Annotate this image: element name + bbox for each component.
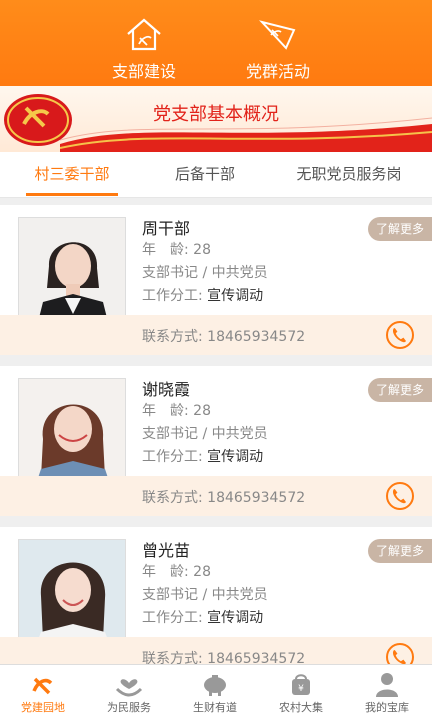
nav-label: 为民服务 <box>107 701 151 714</box>
banner-title: 党支部基本概况 <box>153 104 279 125</box>
member-role: 支部书记 / 中共党员 <box>142 587 268 603</box>
contact-label: 联系方式: <box>142 329 203 345</box>
phone-icon[interactable] <box>386 321 414 349</box>
heart-hands-icon <box>115 679 143 697</box>
duty-label: 工作分工: <box>142 288 203 304</box>
party-activities-label: 党群活动 <box>245 62 310 81</box>
contact-info: 联系方式: 18465934572 <box>142 326 305 346</box>
nav-party-garden[interactable]: 党建园地 <box>0 665 86 720</box>
duty-label: 工作分工: <box>142 449 203 465</box>
piggy-bank-icon <box>204 675 226 696</box>
duty-value: 宣传调动 <box>207 610 264 626</box>
phone-icon[interactable] <box>386 482 414 510</box>
contact-info: 联系方式: 18465934572 <box>142 487 305 507</box>
contact-row: 联系方式: 18465934572 <box>0 476 432 516</box>
duty-label: 工作分工: <box>142 610 203 626</box>
member-age: 年 龄: 28 <box>142 239 211 259</box>
member-card[interactable]: 谢晓霞 年 龄: 28 支部书记 / 中共党员 工作分工: 宣传调动 了解更多 … <box>0 366 432 516</box>
tab-bar: 村三委干部 后备干部 无职党员服务岗 <box>0 152 432 198</box>
member-name: 周干部 <box>142 219 191 238</box>
market-basket-icon: ¥ <box>292 674 310 695</box>
nav-label: 农村大集 <box>279 701 323 714</box>
house-emblem-icon <box>127 18 161 51</box>
age-label: 年 龄: <box>142 403 189 419</box>
tab-village-cadres[interactable]: 村三委干部 <box>0 152 144 198</box>
member-photo <box>18 378 126 486</box>
member-role: 支部书记 / 中共党员 <box>142 426 268 442</box>
duty-value: 宣传调动 <box>207 288 264 304</box>
member-duty: 工作分工: 宣传调动 <box>142 607 263 627</box>
tab-non-official-members[interactable]: 无职党员服务岗 <box>266 152 432 198</box>
nav-village-market[interactable]: ¥ 农村大集 <box>258 665 344 720</box>
member-duty: 工作分工: 宣传调动 <box>142 285 263 305</box>
member-card[interactable]: 曾光苗 年 龄: 28 支部书记 / 中共党员 工作分工: 宣传调动 了解更多 … <box>0 527 432 677</box>
nav-my-treasury[interactable]: 我的宝库 <box>344 665 430 720</box>
member-photo <box>18 217 126 325</box>
duty-value: 宣传调动 <box>207 449 264 465</box>
branch-building-label: 支部建设 <box>111 62 176 81</box>
top-header: 支部建设 党群活动 <box>0 0 432 86</box>
member-name: 谢晓霞 <box>142 380 191 399</box>
age-value: 28 <box>193 242 211 258</box>
age-value: 28 <box>193 564 211 580</box>
contact-label: 联系方式: <box>142 490 203 506</box>
nav-public-service[interactable]: 为民服务 <box>86 665 172 720</box>
flag-icon <box>258 20 296 50</box>
tab-reserve-cadres[interactable]: 后备干部 <box>144 152 266 198</box>
age-label: 年 龄: <box>142 564 189 580</box>
party-activities-button[interactable]: 党群活动 <box>218 12 338 81</box>
svg-text:¥: ¥ <box>298 684 304 694</box>
contact-row: 联系方式: 18465934572 <box>0 315 432 355</box>
user-icon <box>376 673 398 697</box>
age-value: 28 <box>193 403 211 419</box>
learn-more-button[interactable]: 了解更多 <box>368 217 432 241</box>
banner: 党支部基本概况 <box>0 86 432 152</box>
learn-more-button[interactable]: 了解更多 <box>368 378 432 402</box>
learn-more-button[interactable]: 了解更多 <box>368 539 432 563</box>
party-emblem-icon <box>32 677 53 695</box>
member-age: 年 龄: 28 <box>142 400 211 420</box>
member-card[interactable]: 周干部 年 龄: 28 支部书记 / 中共党员 工作分工: 宣传调动 了解更多 … <box>0 205 432 355</box>
member-photo <box>18 539 126 647</box>
bottom-nav: 党建园地 为民服务 生财有道 ¥ 农村大集 我的宝库 <box>0 664 432 720</box>
nav-label: 我的宝库 <box>365 701 409 714</box>
member-age: 年 龄: 28 <box>142 561 211 581</box>
member-name: 曾光苗 <box>142 541 191 560</box>
phone-number: 18465934572 <box>207 490 306 506</box>
nav-wealth[interactable]: 生财有道 <box>172 665 258 720</box>
nav-label: 生财有道 <box>193 701 237 714</box>
nav-label: 党建园地 <box>21 701 65 714</box>
branch-building-button[interactable]: 支部建设 <box>84 12 204 81</box>
phone-number: 18465934572 <box>207 329 306 345</box>
member-role: 支部书记 / 中共党员 <box>142 265 268 281</box>
age-label: 年 龄: <box>142 242 189 258</box>
member-duty: 工作分工: 宣传调动 <box>142 446 263 466</box>
